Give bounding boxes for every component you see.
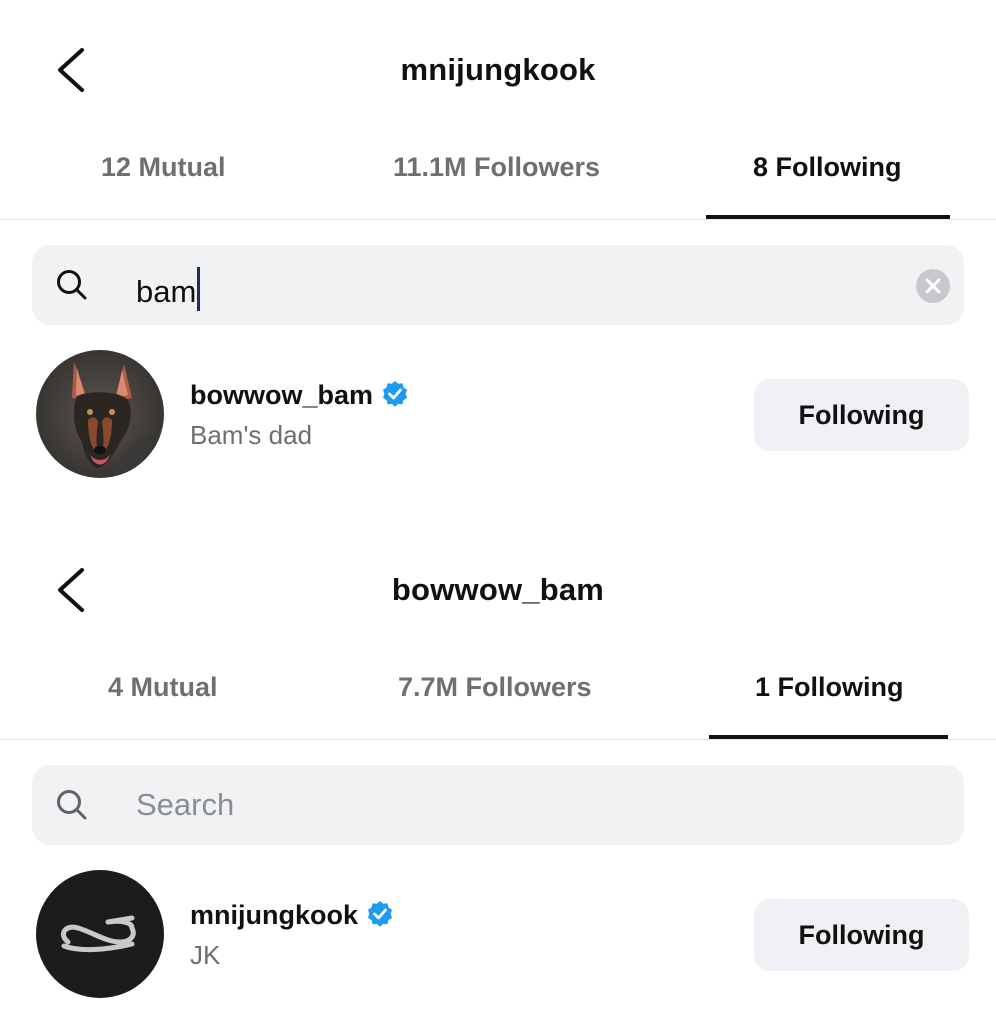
clear-icon [925,278,941,294]
following-list-panel-mnijungkook: mnijungkook 12 Mutual 11.1M Followers 8 … [0,0,996,520]
jk-logo-avatar-image [36,870,164,998]
following-button[interactable]: Following [754,899,969,971]
username-text: bowwow_bam [190,380,374,410]
search-input[interactable]: bam [136,267,201,311]
following-button[interactable]: Following [754,379,969,451]
tab-mutual[interactable]: 12 Mutual [101,152,226,183]
search-input[interactable]: Search [136,787,234,823]
tab-bar: 4 Mutual 7.7M Followers 1 Following [0,650,996,740]
result-full-name: JK [190,940,221,970]
verified-badge-icon [381,380,409,408]
active-tab-indicator [706,215,950,219]
search-query: bam [136,274,197,309]
search-icon [57,790,87,820]
tab-mutual[interactable]: 4 Mutual [108,672,218,703]
username-text: mnijungkook [190,900,358,930]
page-title: mnijungkook [400,52,596,87]
result-username[interactable]: mnijungkook [190,900,394,931]
tab-followers[interactable]: 7.7M Followers [398,672,592,703]
search-icon [57,270,87,300]
result-username[interactable]: bowwow_bam [190,380,409,411]
tab-following[interactable]: 8 Following [753,152,902,183]
page-title: bowwow_bam [391,572,605,607]
list-item[interactable]: mnijungkook JK Following [0,870,996,1000]
verified-badge-icon [366,900,394,928]
search-field[interactable]: bam [32,245,964,325]
avatar[interactable] [36,870,164,998]
avatar[interactable] [36,350,164,478]
list-item[interactable]: bowwow_bam Bam's dad Following [0,350,996,480]
active-tab-indicator [709,735,948,739]
clear-search-button[interactable] [916,269,950,303]
tab-following[interactable]: 1 Following [755,672,904,703]
tab-followers[interactable]: 11.1M Followers [393,152,600,183]
following-list-panel-bowwow-bam: bowwow_bam 4 Mutual 7.7M Followers 1 Fol… [0,520,996,1024]
search-field[interactable]: Search [32,765,964,845]
tab-bar: 12 Mutual 11.1M Followers 8 Following [0,130,996,220]
text-caret [197,267,201,311]
dog-avatar-image [36,350,164,478]
result-full-name: Bam's dad [190,420,313,450]
